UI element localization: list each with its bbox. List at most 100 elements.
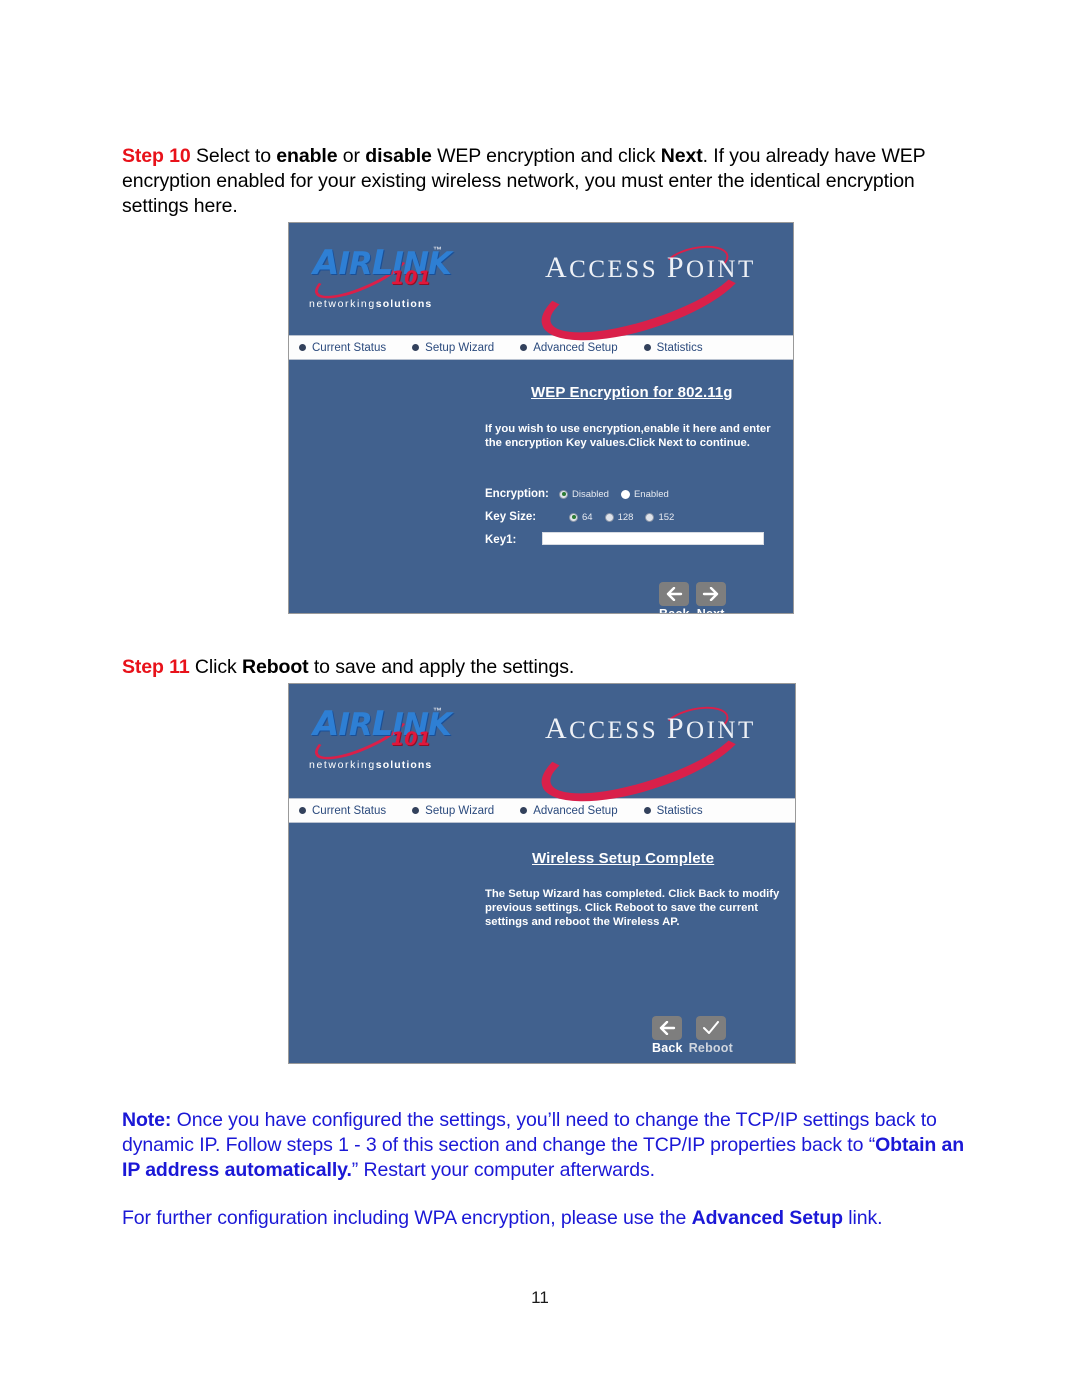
radio-label-64: 64 (582, 511, 593, 523)
step-11-paragraph: Step 11 Click Reboot to save and apply t… (122, 655, 970, 680)
step-10-bold-next: Next (660, 144, 703, 167)
access-point-brand: ACCESS POINT (530, 223, 767, 361)
step-11-bold-reboot: Reboot (241, 655, 309, 678)
ap-header-banner: AIRLINK ™ 101 networkingsolutions ACCESS… (289, 684, 795, 822)
nav-label-current-status: Current Status (312, 341, 387, 354)
encryption-label: Encryption: (485, 488, 549, 500)
setup-complete-button-group: Back Reboot (646, 1016, 733, 1055)
page-number: 11 (531, 1288, 549, 1307)
step-11-text-2: to save and apply the settings. (308, 655, 575, 678)
wpa-bold-advanced-setup: Advanced Setup (691, 1206, 843, 1229)
nav-item-setup-wizard[interactable]: Setup Wizard (412, 342, 494, 354)
back-button-label: Back (659, 607, 690, 614)
nav-item-advanced-setup[interactable]: Advanced Setup (520, 341, 618, 354)
arrow-right-icon (695, 582, 726, 606)
arrow-left-icon (659, 582, 690, 606)
nav-label-current-status: Current Status (312, 804, 387, 817)
bullet-icon (412, 807, 420, 814)
bullet-icon (412, 344, 420, 351)
nav-label-advanced-setup: Advanced Setup (533, 341, 618, 354)
airlink-cap-l: L (371, 243, 394, 283)
radio-dot-icon (569, 512, 578, 522)
airlink-wordmark: AIRLINK ™ 101 (307, 237, 467, 309)
bullet-icon (520, 807, 528, 814)
step-11-label: Step 11 (122, 655, 190, 678)
nav-item-advanced-setup[interactable]: Advanced Setup (520, 804, 618, 817)
nav-item-statistics[interactable]: Statistics (643, 341, 703, 354)
wpa-text-2: link. (842, 1206, 883, 1229)
setup-complete-panel-body: Wireless Setup Complete The Setup Wizard… (289, 823, 795, 1063)
checkmark-icon (695, 1016, 726, 1040)
radio-label-152: 152 (658, 511, 675, 523)
radio-encryption-disabled[interactable]: Disabled (559, 489, 609, 500)
radio-label-128: 128 (617, 511, 634, 523)
nav-item-setup-wizard[interactable]: Setup Wizard (412, 805, 494, 817)
setup-complete-panel-title: Wireless Setup Complete (532, 850, 715, 867)
back-button[interactable]: Back (659, 582, 690, 614)
access-point-text: ACCESS POINT (545, 251, 756, 285)
step-10-bold-disable: disable (365, 144, 432, 167)
radio-dot-icon (620, 489, 630, 499)
airlink-cap-a: A (313, 704, 339, 744)
radio-keysize-152[interactable]: 152 (645, 512, 674, 523)
reboot-button-label: Reboot (688, 1041, 733, 1055)
logo-tagline: networkingsolutions (309, 759, 432, 771)
nav-label-statistics: Statistics (656, 341, 703, 354)
tagline-solutions: solutions (375, 298, 433, 310)
step-10-text-1: Select to (190, 144, 277, 167)
step-10-text-2: or (337, 144, 366, 167)
brand-cap-a: A (545, 251, 570, 284)
note-text-1: Once you have configured the settings, y… (122, 1108, 937, 1156)
encryption-row: Encryption: Disabled Enabled (485, 488, 681, 500)
step-10-text-3: WEP encryption and click (431, 144, 661, 167)
back-button[interactable]: Back (652, 1016, 683, 1055)
step-11-text-1: Click (189, 655, 242, 678)
airlink-ir: IR (338, 246, 372, 282)
arrow-left-icon (652, 1016, 683, 1040)
key1-input[interactable] (542, 532, 764, 545)
brand-oint: OINT (686, 717, 756, 744)
bullet-icon (299, 807, 306, 814)
brand-cap-a: A (545, 712, 570, 745)
radio-keysize-128[interactable]: 128 (604, 511, 634, 523)
keysize-row: Key Size: 64 128 152 (485, 511, 686, 523)
radio-label-disabled: Disabled (572, 488, 609, 500)
screenshot-wep-encryption-page: AIRLINK ™ 101 networkingsolutions ACCESS… (288, 222, 794, 614)
nav-item-current-status[interactable]: Current Status (299, 342, 386, 354)
step-10-label: Step 10 (122, 144, 191, 167)
note-text-2: ” Restart your computer afterwards. (351, 1158, 655, 1181)
nav-label-advanced-setup: Advanced Setup (533, 804, 618, 817)
wep-button-group: Back Next (653, 582, 726, 614)
bullet-icon (299, 344, 306, 351)
next-button-label: Next (696, 607, 725, 614)
reboot-button[interactable]: Reboot (689, 1016, 733, 1055)
wpa-text-1: For further configuration including WPA … (122, 1206, 692, 1229)
brand-cap-p: P (666, 251, 687, 284)
wpa-paragraph: For further configuration including WPA … (122, 1206, 970, 1231)
next-button[interactable]: Next (695, 582, 726, 614)
nav-label-statistics: Statistics (656, 804, 703, 817)
step-10-bold-enable: enable (276, 144, 338, 167)
radio-dot-icon (604, 512, 614, 522)
bullet-icon (643, 807, 651, 814)
bullet-icon (643, 344, 651, 351)
brand-ccess: CCESS (569, 256, 659, 283)
airlink-101-logo: AIRLINK ™ 101 networkingsolutions (307, 237, 487, 321)
radio-keysize-64[interactable]: 64 (569, 512, 593, 523)
airlink-wordmark: AIRLINK ™ 101 (307, 698, 467, 770)
screenshot-wireless-setup-complete-page: AIRLINK ™ 101 networkingsolutions ACCESS… (288, 683, 796, 1064)
access-point-text: ACCESS POINT (545, 712, 756, 746)
airlink-101-logo: AIRLINK ™ 101 networkingsolutions (307, 698, 487, 782)
access-point-brand: ACCESS POINT (530, 684, 767, 822)
radio-encryption-enabled[interactable]: Enabled (620, 489, 669, 500)
nav-label-setup-wizard: Setup Wizard (425, 341, 495, 354)
airlink-cap-l: L (371, 704, 394, 744)
tagline-solutions: solutions (375, 759, 433, 771)
trademark-symbol: ™ (433, 706, 442, 716)
setup-complete-panel-description: The Setup Wizard has completed. Click Ba… (485, 888, 780, 928)
nav-item-statistics[interactable]: Statistics (643, 804, 703, 817)
logo-101-number: 101 (391, 267, 431, 289)
brand-ccess: CCESS (569, 717, 659, 744)
step-10-paragraph: Step 10 Select to enable or disable WEP … (122, 144, 970, 219)
nav-item-current-status[interactable]: Current Status (299, 805, 386, 817)
